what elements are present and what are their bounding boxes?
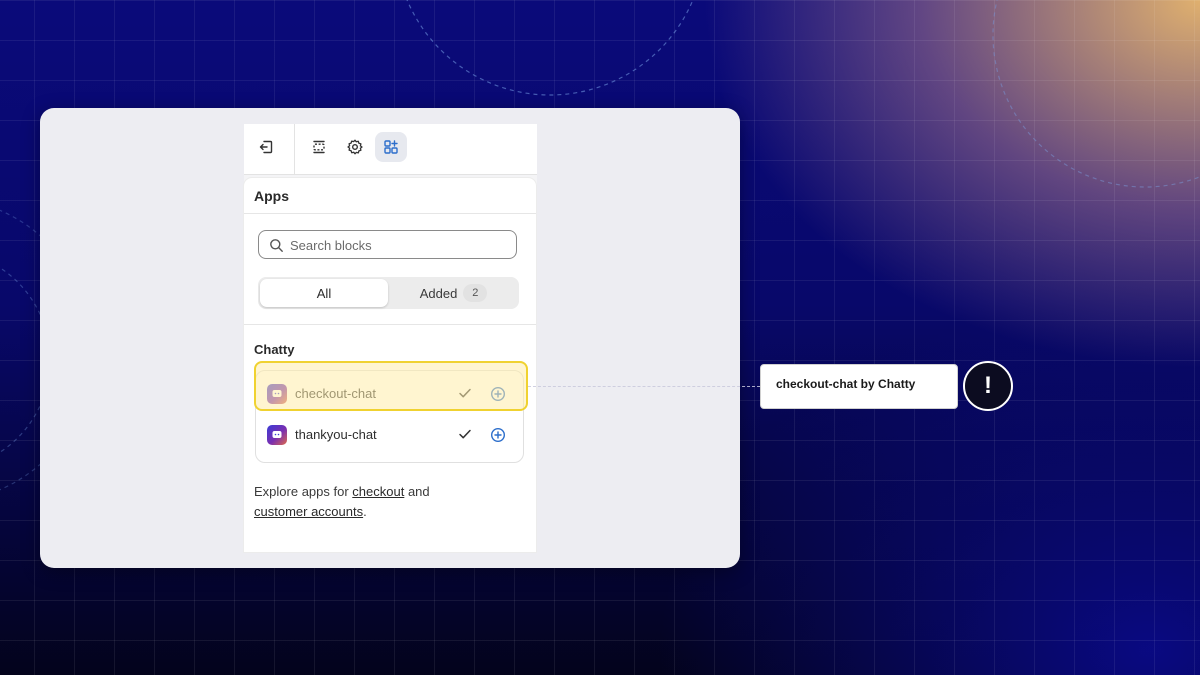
- tab-added-label: Added: [419, 285, 458, 301]
- item-label: thankyou-chat: [295, 427, 377, 442]
- tab-all[interactable]: All: [260, 279, 388, 307]
- sections-icon: [313, 140, 325, 154]
- editor-panel: Apps Search blocks All Added 2 Chatty th…: [244, 124, 537, 552]
- alert-icon: !: [963, 361, 1013, 411]
- toolbar-divider: [294, 124, 295, 174]
- search-input[interactable]: Search blocks: [258, 230, 517, 259]
- add-circle-icon[interactable]: [490, 427, 506, 443]
- filter-tabs: All Added 2: [258, 277, 519, 309]
- editor-toolbar: [244, 124, 537, 175]
- apps-button[interactable]: [375, 132, 407, 162]
- settings-button[interactable]: [339, 132, 371, 162]
- search-placeholder: Search blocks: [290, 238, 372, 253]
- apps-icon: [384, 140, 398, 154]
- explore-suffix: .: [363, 504, 367, 519]
- sheet-title: Apps: [254, 188, 289, 204]
- explore-apps-text: Explore apps for checkout and customer ac…: [254, 482, 514, 522]
- explore-prefix: Explore apps for: [254, 484, 353, 499]
- app-group-title: Chatty: [254, 342, 295, 357]
- exit-button[interactable]: [250, 132, 282, 162]
- app-logo-icon: [267, 425, 287, 445]
- highlight-box: [254, 361, 528, 411]
- editor-card: Apps Search blocks All Added 2 Chatty th…: [40, 108, 740, 568]
- added-count-badge: 2: [463, 284, 488, 302]
- divider: [244, 213, 536, 214]
- sections-button[interactable]: [303, 132, 335, 162]
- search-icon: [270, 239, 283, 252]
- explore-middle: and: [404, 484, 430, 499]
- exit-icon: [259, 140, 273, 154]
- callout-text: checkout-chat by Chatty: [776, 377, 916, 391]
- divider: [244, 324, 536, 325]
- list-item-thankyou-chat[interactable]: thankyou-chat: [256, 414, 523, 454]
- tab-added[interactable]: Added 2: [390, 279, 517, 307]
- check-icon: [459, 429, 471, 439]
- gear-icon: [347, 139, 363, 155]
- callout-connector: [528, 386, 760, 387]
- customer-accounts-link[interactable]: customer accounts: [254, 504, 363, 519]
- checkout-link[interactable]: checkout: [352, 484, 404, 499]
- callout-box: checkout-chat by Chatty: [760, 364, 958, 409]
